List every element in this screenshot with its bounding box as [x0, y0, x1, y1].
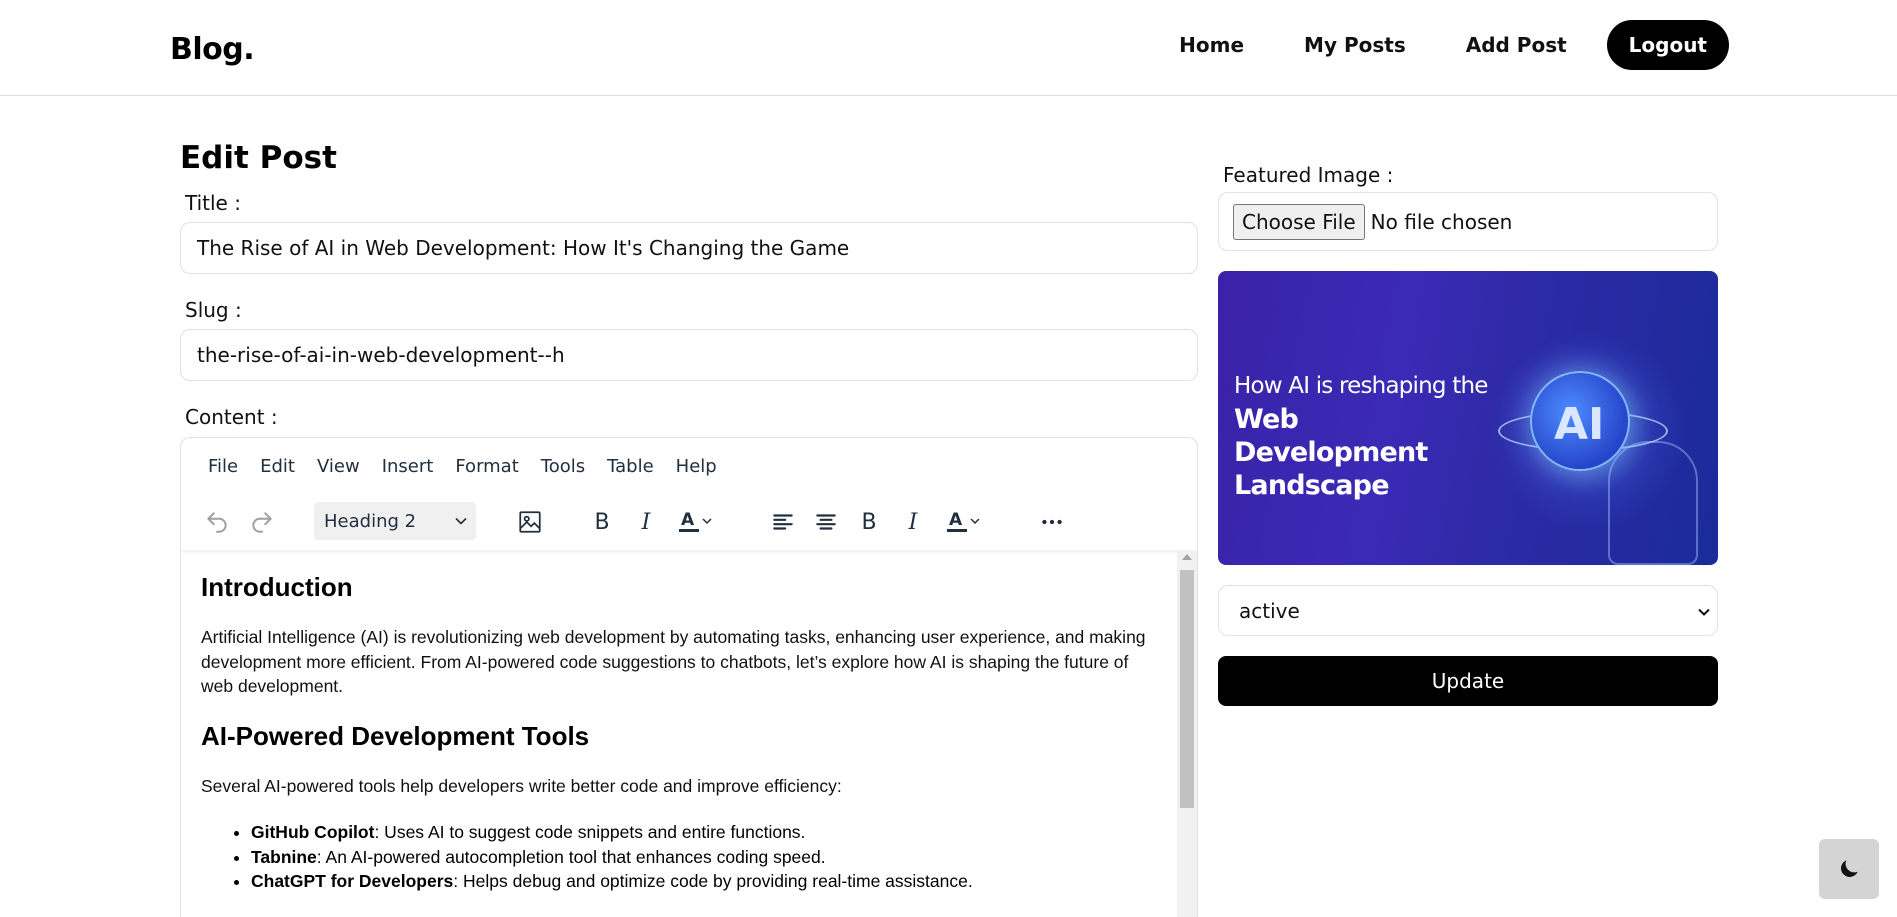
content-paragraph-intro: Artificial Intelligence (AI) is revoluti…	[201, 627, 1146, 696]
slug-label: Slug :	[185, 298, 242, 322]
image-icon[interactable]	[512, 504, 548, 540]
scrollbar-thumb[interactable]	[1180, 570, 1194, 808]
image-robot	[1608, 441, 1698, 565]
menu-edit[interactable]: Edit	[260, 456, 295, 477]
update-button[interactable]: Update	[1218, 656, 1718, 706]
editor-scrollbar[interactable]	[1177, 550, 1197, 917]
site-header: Blog. Home My Posts Add Post Logout	[0, 0, 1897, 96]
image-caption-line1: How AI is reshaping the	[1234, 373, 1488, 399]
undo-icon[interactable]	[199, 504, 235, 540]
nav-home-link[interactable]: Home	[1179, 33, 1244, 57]
file-status-text: No file chosen	[1370, 209, 1513, 234]
content-heading-tools: AI-Powered Development Tools	[201, 720, 590, 751]
content-heading-introduction: Introduction	[201, 572, 353, 602]
featured-image-file-input: Choose File No file chosen	[1218, 192, 1718, 251]
menu-view[interactable]: View	[317, 456, 360, 477]
content-paragraph-tools: Several AI-powered tools help developers…	[201, 775, 842, 796]
menu-file[interactable]: File	[208, 456, 238, 477]
svg-text:A: A	[949, 510, 963, 530]
dark-mode-toggle[interactable]	[1819, 839, 1879, 899]
list-item: Tabnine: An AI-powered autocompletion to…	[251, 845, 1161, 870]
moon-icon	[1841, 860, 1858, 877]
page-title: Edit Post	[180, 140, 337, 176]
list-item-desc: : Uses AI to suggest code snippets and e…	[374, 822, 806, 842]
italic-icon[interactable]: I	[628, 504, 664, 540]
list-item: GitHub Copilot: Uses AI to suggest code …	[251, 820, 1161, 845]
title-label: Title :	[185, 191, 241, 215]
rich-text-editor: File Edit View Insert Format Tools Table…	[180, 437, 1198, 917]
italic-icon[interactable]: I	[895, 504, 931, 540]
text-color-icon[interactable]: A	[941, 504, 987, 540]
list-item-desc: : Helps debug and optimize code by provi…	[453, 871, 973, 891]
featured-image-label: Featured Image :	[1223, 163, 1394, 187]
menu-format[interactable]: Format	[455, 456, 518, 477]
align-center-icon[interactable]	[808, 504, 844, 540]
menu-tools[interactable]: Tools	[541, 456, 585, 477]
main-nav: Home My Posts Add Post Logout	[1179, 20, 1729, 70]
site-logo[interactable]: Blog.	[170, 32, 255, 67]
block-format-select[interactable]: Heading 2	[314, 502, 476, 540]
scroll-up-icon[interactable]	[1182, 554, 1192, 560]
menu-insert[interactable]: Insert	[382, 456, 434, 477]
redo-icon[interactable]	[244, 504, 280, 540]
list-item-name: ChatGPT for Developers	[251, 871, 454, 891]
list-item: ChatGPT for Developers: Helps debug and …	[251, 869, 1161, 894]
slug-input[interactable]: the-rise-of-ai-in-web-development--h	[180, 329, 1198, 381]
image-caption-line2: Web Development Landscape	[1234, 404, 1428, 501]
content-label: Content :	[185, 405, 278, 429]
list-item-desc: : An AI-powered autocompletion tool that…	[316, 846, 826, 867]
chevron-down-icon	[1698, 608, 1710, 616]
title-input[interactable]: The Rise of AI in Web Development: How I…	[180, 222, 1198, 274]
content-tool-list: GitHub Copilot: Uses AI to suggest code …	[251, 820, 1161, 894]
block-format-value: Heading 2	[324, 510, 417, 532]
svg-text:A: A	[681, 510, 695, 530]
featured-image-preview: AI How AI is reshaping the Web Developme…	[1218, 271, 1718, 565]
align-left-icon[interactable]	[765, 504, 801, 540]
editor-menubar: File Edit View Insert Format Tools Table…	[181, 438, 1197, 494]
choose-file-button[interactable]: Choose File	[1233, 203, 1365, 240]
chevron-down-icon	[455, 517, 467, 525]
list-item-name: GitHub Copilot	[251, 822, 375, 842]
nav-add-post-link[interactable]: Add Post	[1466, 33, 1567, 57]
text-color-icon[interactable]: A	[673, 504, 719, 540]
editor-content[interactable]: Introduction Artificial Intelligence (AI…	[181, 550, 1181, 917]
nav-my-posts-link[interactable]: My Posts	[1304, 33, 1406, 57]
menu-table[interactable]: Table	[607, 456, 654, 477]
editor-toolbar: Heading 2 B I A B I A	[181, 494, 1197, 550]
image-ai-badge: AI	[1554, 399, 1605, 450]
bold-icon[interactable]: B	[851, 504, 887, 540]
list-item-name: Tabnine	[251, 846, 317, 867]
menu-help[interactable]: Help	[676, 456, 717, 477]
status-select[interactable]: active	[1218, 585, 1718, 636]
bold-icon[interactable]: B	[584, 504, 620, 540]
logout-button[interactable]: Logout	[1606, 20, 1729, 70]
status-value: active	[1239, 598, 1300, 623]
more-icon[interactable]	[1034, 504, 1070, 540]
